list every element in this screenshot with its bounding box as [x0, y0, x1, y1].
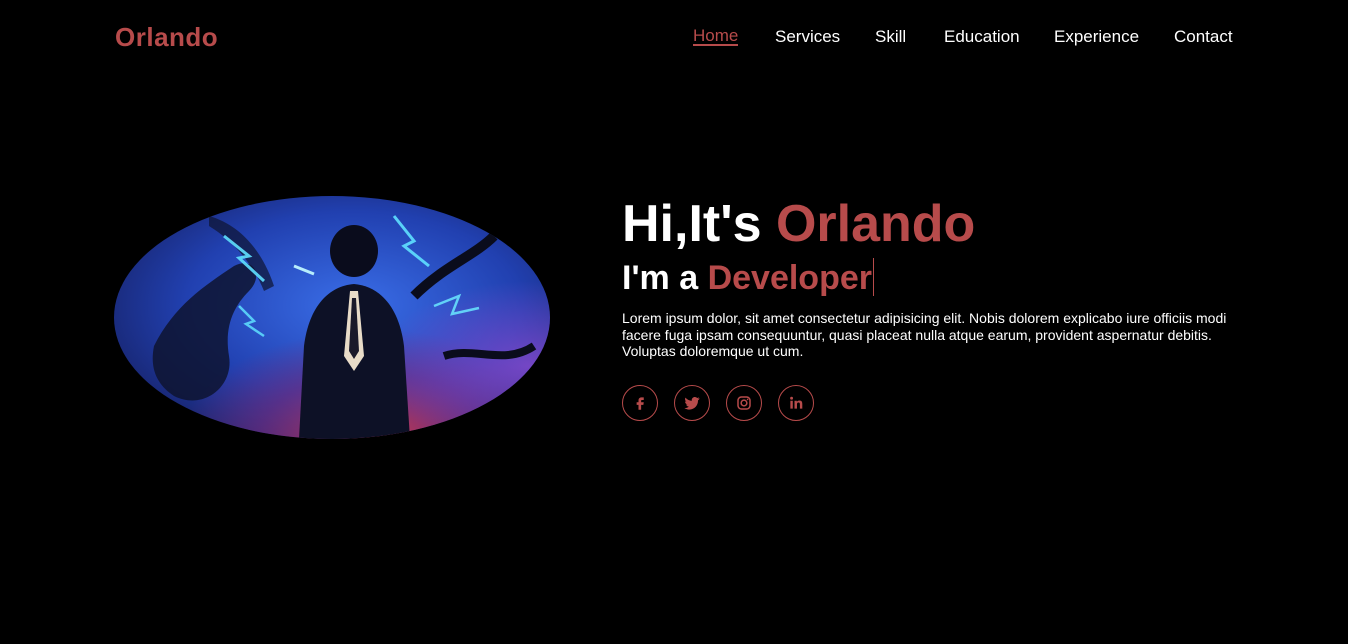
nav-contact-link[interactable]: Contact — [1174, 27, 1233, 47]
facebook-icon — [636, 397, 644, 410]
greeting-prefix: Hi,It's — [622, 195, 762, 253]
hero-greeting: Hi,It's Orlando — [622, 196, 975, 252]
twitter-link[interactable] — [674, 385, 710, 421]
role-title: Developer — [707, 259, 872, 297]
instagram-link[interactable] — [726, 385, 762, 421]
nav-skill-link[interactable]: Skill — [875, 27, 906, 47]
nav-services-link[interactable]: Services — [775, 27, 840, 47]
hero-portrait-image — [114, 196, 550, 439]
main-nav: Home Services Skill Education Experience… — [0, 27, 1348, 51]
hero-bio: Lorem ipsum dolor, sit amet consectetur … — [622, 310, 1227, 359]
role-prefix: I'm a — [622, 259, 699, 297]
facebook-link[interactable] — [622, 385, 658, 421]
twitter-icon — [684, 396, 700, 410]
linkedin-link[interactable] — [778, 385, 814, 421]
nav-home-link[interactable]: Home — [693, 27, 739, 46]
linkedin-icon — [790, 396, 803, 409]
hero-role: I'm a Developer — [622, 258, 874, 298]
hero-illustration — [114, 196, 550, 439]
nav-experience-link[interactable]: Experience — [1054, 27, 1139, 47]
typing-cursor — [872, 258, 874, 296]
instagram-icon — [737, 396, 751, 410]
nav-education-link[interactable]: Education — [944, 27, 1020, 47]
greeting-name: Orlando — [775, 195, 976, 253]
